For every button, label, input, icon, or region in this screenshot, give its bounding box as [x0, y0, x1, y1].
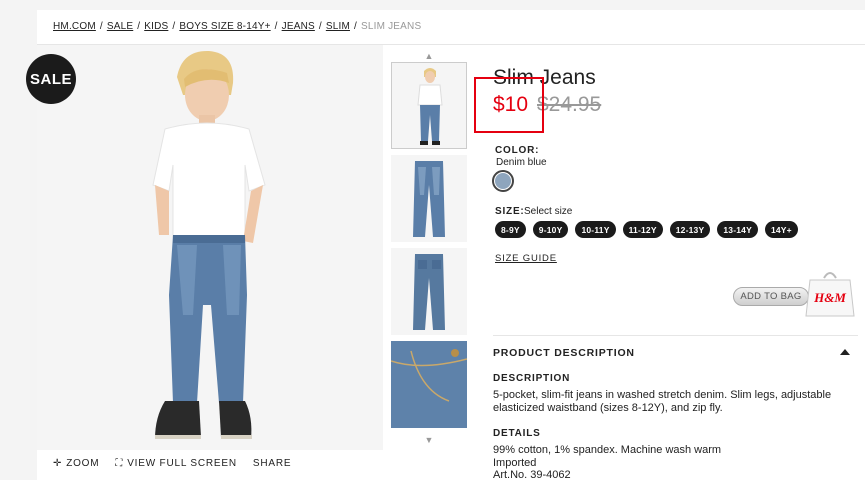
breadcrumb-separator: /	[353, 21, 357, 32]
fullscreen-icon: ⛶	[115, 458, 124, 469]
description-text: 5-pocket, slim-fit jeans in washed stret…	[493, 389, 832, 414]
collapse-arrow-icon[interactable]	[840, 349, 850, 355]
chevron-down-icon[interactable]: ▼	[391, 434, 467, 446]
breadcrumb-boys-size[interactable]: BOYS SIZE 8-14Y+	[179, 21, 270, 32]
size-label: SIZE:	[495, 206, 525, 217]
image-controls: ✛ ZOOM ⛶ VIEW FULL SCREEN SHARE	[53, 458, 291, 469]
sale-badge: SALE	[26, 54, 76, 104]
size-options: 8-9Y 9-10Y 10-11Y 11-12Y 12-13Y 13-14Y 1…	[495, 221, 798, 238]
breadcrumb-slim[interactable]: SLIM	[326, 21, 350, 32]
product-description-divider	[493, 335, 858, 336]
breadcrumb-separator: /	[172, 21, 176, 32]
breadcrumb-home[interactable]: HM.COM	[53, 21, 96, 32]
details-label: DETAILS	[493, 428, 541, 439]
add-to-bag-button[interactable]: ADD TO BAG	[733, 287, 809, 306]
color-swatch-denim-blue[interactable]	[492, 170, 514, 192]
thumbnail-jeans-front-image	[413, 161, 445, 237]
share-label: SHARE	[252, 458, 292, 469]
details-line: Imported	[493, 456, 537, 469]
shopping-bag-icon[interactable]: H&M	[802, 268, 858, 318]
thumbnail-model[interactable]	[391, 62, 467, 149]
thumbnail-model-image	[417, 68, 443, 145]
plus-icon: ✛	[53, 458, 63, 469]
main-product-image[interactable]	[37, 45, 383, 450]
details-line: Art.No. 39-4062	[493, 469, 571, 480]
description-label: DESCRIPTION	[493, 373, 571, 384]
breadcrumb-kids[interactable]: KIDS	[144, 21, 168, 32]
breadcrumb-separator: /	[137, 21, 141, 32]
size-option[interactable]: 8-9Y	[495, 221, 526, 238]
breadcrumb-separator: /	[274, 21, 278, 32]
breadcrumb-sale[interactable]: SALE	[107, 21, 133, 32]
full-screen-label: VIEW FULL SCREEN	[127, 458, 237, 469]
thumbnail-jeans-back[interactable]	[391, 248, 467, 335]
product-description-title[interactable]: PRODUCT DESCRIPTION	[493, 347, 635, 359]
size-option[interactable]: 13-14Y	[717, 221, 758, 238]
breadcrumb-separator: /	[318, 21, 322, 32]
breadcrumb-separator: /	[99, 21, 103, 32]
view-full-screen-button[interactable]: ⛶ VIEW FULL SCREEN	[115, 458, 236, 469]
size-option[interactable]: 9-10Y	[532, 221, 569, 238]
price-highlight-box	[474, 77, 544, 133]
top-bar	[0, 0, 865, 10]
chevron-up-icon[interactable]: ▲	[391, 50, 467, 62]
thumbnail-jeans-back-image	[413, 254, 445, 330]
boy-model-illustration	[37, 45, 383, 450]
zoom-button[interactable]: ✛ ZOOM	[53, 458, 99, 469]
share-button[interactable]: SHARE	[253, 458, 291, 469]
size-option[interactable]: 14Y+	[764, 221, 798, 238]
thumbnail-jeans-detail-image	[391, 341, 467, 428]
size-option[interactable]: 12-13Y	[669, 221, 711, 238]
color-value: Denim blue	[496, 157, 547, 168]
bag-brand-logo: H&M	[813, 290, 846, 305]
thumbnail-jeans-front[interactable]	[391, 155, 467, 242]
zoom-label: ZOOM	[66, 458, 100, 469]
size-option[interactable]: 10-11Y	[575, 221, 616, 238]
size-select-prompt: Select size	[524, 206, 573, 217]
breadcrumb-current: SLIM JEANS	[360, 21, 422, 32]
breadcrumb: HM.COM / SALE / KIDS / BOYS SIZE 8-14Y+ / JEANS /…	[53, 21, 421, 32]
details-line: 99% cotton, 1% spandex. Machine wash war…	[493, 444, 722, 456]
thumbnail-jeans-detail[interactable]	[391, 341, 467, 428]
breadcrumb-jeans[interactable]: JEANS	[282, 21, 315, 32]
details-text: 99% cotton, 1% spandex. Machine wash war…	[493, 444, 721, 480]
size-guide-link[interactable]: SIZE GUIDE	[495, 253, 557, 264]
thumbnail-strip: ▲ ▼	[391, 50, 467, 446]
color-label: COLOR:	[495, 145, 540, 156]
original-price: $24.95	[537, 93, 602, 116]
size-option[interactable]: 11-12Y	[622, 221, 663, 238]
